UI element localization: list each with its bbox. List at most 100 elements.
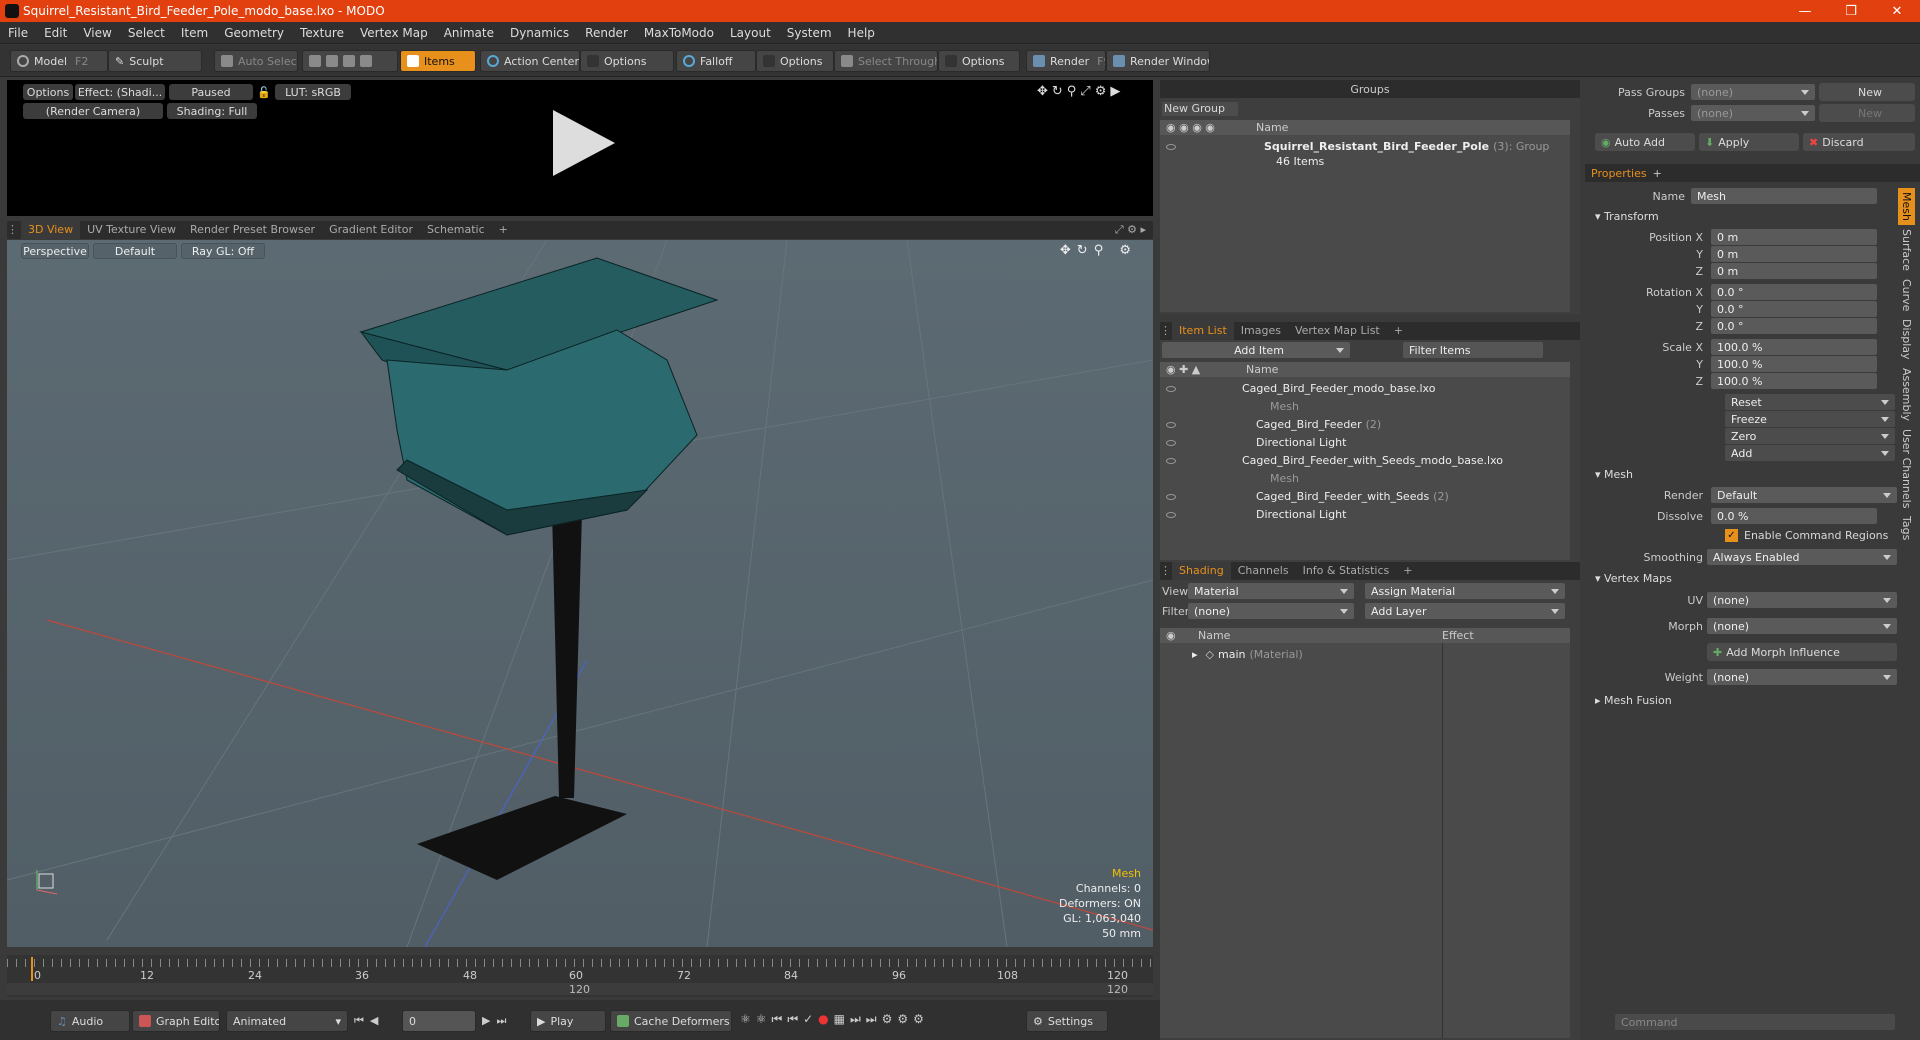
drag-grip-icon[interactable]: ⋮ <box>1160 562 1172 580</box>
passes-dropdown[interactable]: (none) <box>1691 105 1815 121</box>
next-key-icons[interactable]: ▶⏭ <box>482 1014 512 1028</box>
menu-file[interactable]: File <box>0 26 36 40</box>
material-row[interactable]: ▸ ◇ main (Material) <box>1192 645 1303 663</box>
add-tab-button[interactable]: + <box>492 221 515 239</box>
menu-geometry[interactable]: Geometry <box>216 26 292 40</box>
tab-3d-view[interactable]: 3D View <box>21 221 81 239</box>
pole[interactable] <box>552 510 582 798</box>
lut-dropdown[interactable]: LUT: sRGB <box>275 84 351 100</box>
eye-icon[interactable] <box>1160 490 1256 503</box>
eye-icon[interactable] <box>1160 508 1256 521</box>
vtab-tags[interactable]: Tags <box>1898 512 1915 544</box>
item-list-row[interactable]: Caged_Bird_Feeder_modo_base.lxo <box>1160 379 1570 397</box>
render-window-button[interactable]: Render Window <box>1106 50 1210 72</box>
audio-button[interactable]: ♫ Audio <box>50 1010 130 1032</box>
sculpt-button[interactable]: ✎ Sculpt <box>108 50 202 72</box>
smoothing-dropdown[interactable]: Always Enabled <box>1707 549 1897 565</box>
drag-grip-icon[interactable]: ⋮ <box>1160 322 1172 340</box>
play-button[interactable]: ▶ Play <box>530 1010 606 1032</box>
item-list-row[interactable]: Mesh <box>1160 469 1570 487</box>
reset-dropdown[interactable]: Reset <box>1725 394 1895 410</box>
vtab-mesh[interactable]: Mesh <box>1898 188 1915 225</box>
polygon-mode-icon[interactable] <box>343 55 355 67</box>
mesh-section[interactable]: ▾ Mesh <box>1595 468 1633 481</box>
auto-select-button[interactable]: Auto Select <box>214 50 298 72</box>
menu-help[interactable]: Help <box>840 26 883 40</box>
effect-dropdown[interactable]: Effect: (Shadi... <box>75 84 165 100</box>
render-button[interactable]: RenderF9 <box>1026 50 1106 72</box>
render-camera-dropdown[interactable]: (Render Camera) <box>23 103 163 119</box>
tab-info-statistics[interactable]: Info & Statistics <box>1296 562 1397 580</box>
item-list-row[interactable]: Caged_Bird_Feeder_with_Seeds (2) <box>1160 487 1570 505</box>
tab-channels[interactable]: Channels <box>1231 562 1296 580</box>
scale-z-field[interactable]: 100.0 % <box>1711 373 1877 389</box>
paused-button[interactable]: Paused <box>169 84 253 100</box>
items-mode-button[interactable]: Items <box>400 50 476 72</box>
add-tab-button[interactable]: + <box>1653 167 1662 180</box>
tab-uv-texture-view[interactable]: UV Texture View <box>80 221 183 239</box>
add-layer-dropdown[interactable]: Add Layer <box>1365 603 1565 619</box>
menu-render[interactable]: Render <box>577 26 636 40</box>
menu-dynamics[interactable]: Dynamics <box>502 26 577 40</box>
tab-vertex-map-list[interactable]: Vertex Map List <box>1288 322 1387 340</box>
menu-layout[interactable]: Layout <box>722 26 779 40</box>
add-dropdown[interactable]: Add <box>1725 445 1895 461</box>
discard-button[interactable]: ✖ Discard <box>1803 133 1915 151</box>
add-item-dropdown[interactable]: Add Item <box>1162 342 1350 358</box>
position-x-field[interactable]: 0 m <box>1711 229 1877 245</box>
eye-icon[interactable] <box>1160 454 1242 467</box>
menu-view[interactable]: View <box>75 26 119 40</box>
mesh-fusion-section[interactable]: ▸ Mesh Fusion <box>1595 694 1672 707</box>
menu-item[interactable]: Item <box>173 26 216 40</box>
prev-key-icons[interactable]: ⏮◀ <box>354 1014 384 1028</box>
material-mode-icon[interactable] <box>360 55 372 67</box>
tab-properties[interactable]: Properties <box>1585 167 1653 180</box>
drag-grip-icon[interactable]: ⋮ <box>7 221 21 239</box>
scale-y-field[interactable]: 100.0 % <box>1711 356 1877 372</box>
uv-dropdown[interactable]: (none) <box>1707 592 1897 608</box>
new-pass-group-button[interactable]: New <box>1819 83 1915 101</box>
shading-style-dropdown[interactable]: Default <box>93 243 177 259</box>
model-button[interactable]: Model F2 <box>10 50 108 72</box>
expand-arrow-icon[interactable]: ▸ <box>1192 648 1198 661</box>
rotation-z-field[interactable]: 0.0 ° <box>1711 318 1877 334</box>
select-through-button[interactable]: Select Through <box>834 50 938 72</box>
transform-section[interactable]: ▾ Transform <box>1595 210 1659 223</box>
select-through-options-button[interactable]: Options <box>938 50 1020 72</box>
item-list-row[interactable]: Caged_Bird_Feeder_with_Seeds_modo_base.l… <box>1160 451 1570 469</box>
name-input[interactable]: Mesh <box>1691 188 1877 204</box>
vtab-display[interactable]: Display <box>1898 315 1915 364</box>
lock-icon[interactable]: 🔓 <box>255 84 273 100</box>
bird-feeder-model[interactable] <box>359 257 719 880</box>
menu-system[interactable]: System <box>779 26 840 40</box>
falloff-button[interactable]: Falloff <box>676 50 756 72</box>
add-tab-button[interactable]: + <box>1387 322 1410 340</box>
shading-dropdown[interactable]: Shading: Full <box>167 103 257 119</box>
dissolve-field[interactable]: 0.0 % <box>1711 508 1877 524</box>
maximize-icon[interactable]: ❐ <box>1828 4 1874 19</box>
filter-dropdown[interactable]: (none) <box>1188 603 1354 619</box>
tab-item-list[interactable]: Item List <box>1172 322 1234 340</box>
position-z-field[interactable]: 0 m <box>1711 263 1877 279</box>
cache-deformers-button[interactable]: Cache Deformers <box>610 1010 732 1032</box>
menu-animate[interactable]: Animate <box>436 26 502 40</box>
assign-material-dropdown[interactable]: Assign Material <box>1365 583 1565 599</box>
group-row[interactable]: Squirrel_Resistant_Bird_Feeder_Pole (3) … <box>1160 137 1570 155</box>
menu-select[interactable]: Select <box>120 26 173 40</box>
action-center-options-button[interactable]: Options <box>580 50 674 72</box>
viewport-nav-icons[interactable]: ✥↻⚲ ⚙ <box>1060 243 1137 258</box>
timeline-range-bar[interactable]: 120 120 <box>7 983 1153 996</box>
add-morph-influence-button[interactable]: ✚ Add Morph Influence <box>1707 643 1897 661</box>
menu-edit[interactable]: Edit <box>36 26 75 40</box>
item-list-row[interactable]: Directional Light <box>1160 433 1570 451</box>
tab-images[interactable]: Images <box>1234 322 1288 340</box>
tab-render-preset-browser[interactable]: Render Preset Browser <box>183 221 322 239</box>
raygl-dropdown[interactable]: Ray GL: Off <box>181 243 265 259</box>
freeze-dropdown[interactable]: Freeze <box>1725 411 1895 427</box>
scene-canvas[interactable] <box>7 240 1153 947</box>
morph-dropdown[interactable]: (none) <box>1707 618 1897 634</box>
new-pass-button[interactable]: New <box>1819 104 1915 122</box>
eye-icon[interactable] <box>1160 382 1242 395</box>
render-dropdown[interactable]: Default <box>1711 487 1897 503</box>
new-group-button[interactable]: New Group <box>1162 102 1238 116</box>
